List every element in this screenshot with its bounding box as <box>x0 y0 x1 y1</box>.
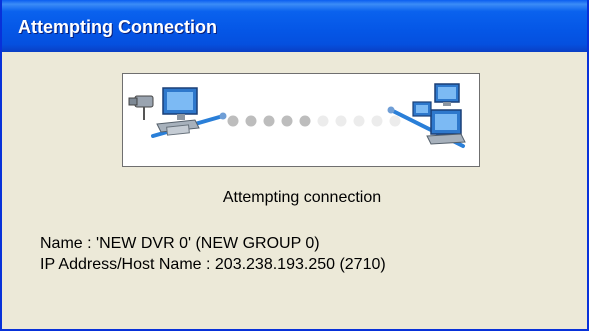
progress-dot-inactive <box>353 115 365 127</box>
dvr-computer-icon <box>128 87 227 138</box>
window-title: Attempting Connection <box>18 17 217 37</box>
status-text: Attempting connection <box>222 189 382 206</box>
progress-dots <box>227 115 401 127</box>
progress-dot-active <box>227 115 239 127</box>
progress-dot-inactive <box>317 115 329 127</box>
ip-address-line: IP Address/Host Name : 203.238.193.250 (… <box>40 256 386 273</box>
progress-dot-active <box>281 115 293 127</box>
animation-graphic <box>128 83 466 148</box>
progress-dot-active <box>245 115 257 127</box>
progress-dot-inactive <box>371 115 383 127</box>
network-computers-icon <box>387 83 466 148</box>
progress-dot-inactive <box>335 115 347 127</box>
progress-dot-inactive <box>389 115 401 127</box>
title-bar[interactable]: Attempting Connection <box>2 0 587 52</box>
progress-dot-active <box>263 115 275 127</box>
connection-animation <box>122 73 480 167</box>
connection-dialog: Attempting Connection Attempting connect… <box>0 0 589 331</box>
progress-dot-active <box>299 115 311 127</box>
device-name-line: Name : 'NEW DVR 0' (NEW GROUP 0) <box>40 235 320 252</box>
